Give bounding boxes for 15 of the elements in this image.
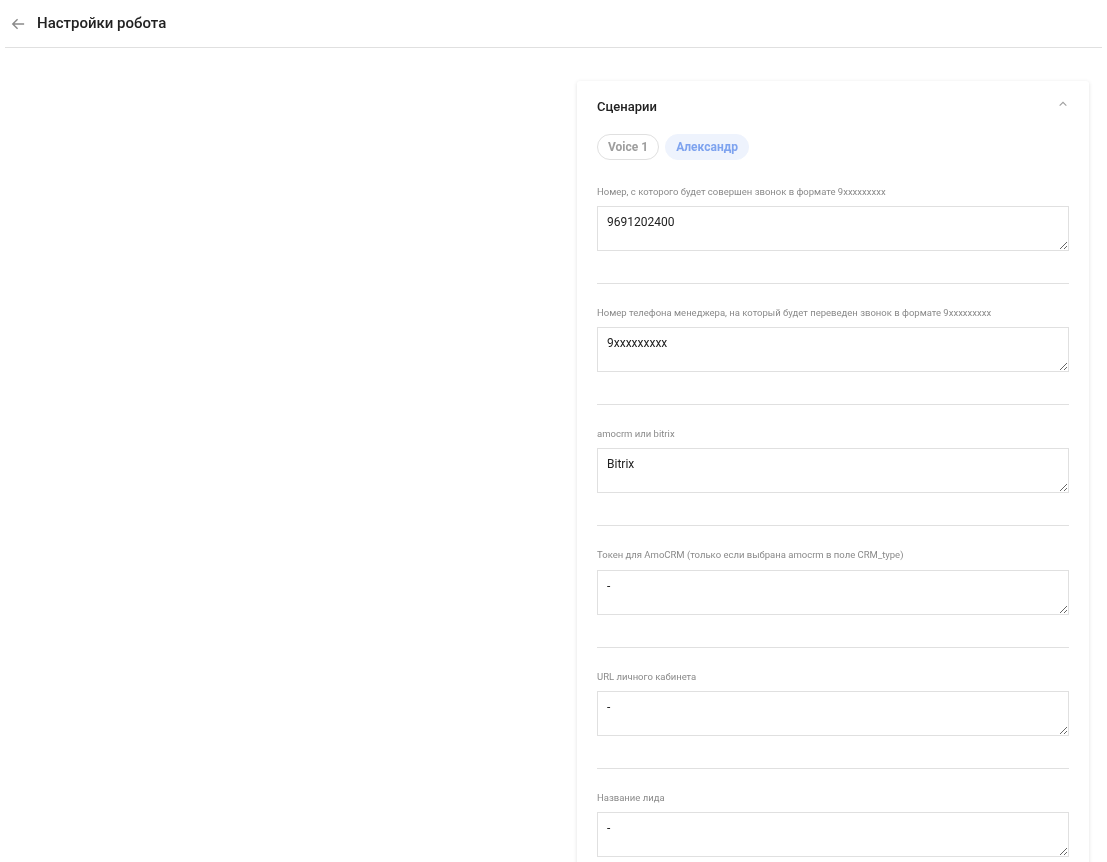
text-field[interactable]: -: [597, 569, 1069, 615]
field-label: Номер телефона менеджера, на который будет переведен звонок в формате 9xxxxxxxxx: [597, 305, 993, 320]
text-field[interactable]: -: [597, 690, 1069, 736]
back-arrow-icon[interactable]: [11, 16, 25, 31]
text-field[interactable]: Bitrix: [597, 448, 1069, 494]
text-field[interactable]: 9xxxxxxxxx: [597, 327, 1069, 372]
text-field[interactable]: 9691202400: [597, 205, 1069, 251]
field-label: URL личного кабинета: [597, 669, 698, 684]
text-field[interactable]: -: [597, 812, 1069, 857]
card-title: Сценарии: [597, 98, 657, 116]
field-label: Номер, с которого будет совершен звонок в формате 9xxxxxxxxx: [597, 184, 887, 199]
field-label: amocrm или bitrix: [597, 427, 676, 441]
page-title: Настройки робота: [37, 13, 167, 35]
field-label: Токен для AmoCRM (только если выбрана amocrm в поле CRM_type): [597, 548, 905, 563]
field-label: Название лида: [597, 790, 666, 805]
